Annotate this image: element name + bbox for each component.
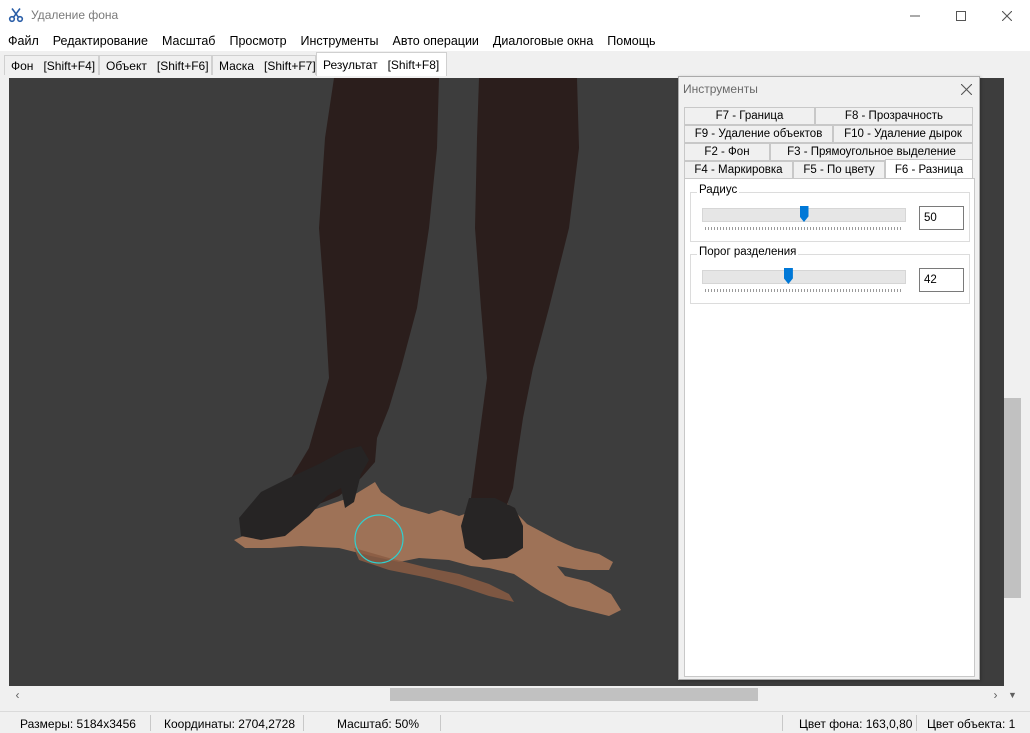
radius-input[interactable]: 50 xyxy=(919,206,964,230)
scroll-down-icon[interactable]: ▼ xyxy=(1004,686,1021,703)
threshold-slider-ticks xyxy=(705,289,903,292)
minimize-icon xyxy=(910,15,920,16)
threshold-slider-track[interactable] xyxy=(702,270,906,284)
horizontal-scroll-thumb[interactable] xyxy=(390,688,758,701)
scroll-left-icon[interactable]: ‹ xyxy=(9,686,26,703)
tab-label: Результат xyxy=(323,57,378,72)
tool-settings-pane: Радиус 50 Порог разделения 42 xyxy=(684,178,975,677)
tool-tab-label: F10 - Удаление дырок xyxy=(844,128,962,140)
menu-bar: Файл Редактирование Масштаб Просмотр Инс… xyxy=(0,31,1030,51)
menu-auto-operations[interactable]: Авто операции xyxy=(386,31,486,51)
tool-tab-transparency[interactable]: F8 - Прозрачность xyxy=(815,107,973,125)
menu-edit[interactable]: Редактирование xyxy=(46,31,155,51)
tool-tab-border[interactable]: F7 - Граница xyxy=(684,107,815,125)
menu-file[interactable]: Файл xyxy=(1,31,46,51)
close-icon xyxy=(1002,10,1012,21)
status-divider xyxy=(782,715,783,731)
title-bar: Удаление фона xyxy=(0,0,1030,31)
tools-panel-title: Инструменты xyxy=(683,82,758,96)
tab-shortcut: [Shift+F8] xyxy=(387,57,440,72)
tool-tab-background[interactable]: F2 - Фон xyxy=(684,143,770,161)
right-leg xyxy=(471,78,579,518)
menu-dialogs[interactable]: Диалоговые окна xyxy=(486,31,600,51)
radius-group: Радиус 50 xyxy=(690,184,970,242)
menu-tools[interactable]: Инструменты xyxy=(294,31,386,51)
tool-tab-label: F5 - По цвету xyxy=(803,164,875,176)
status-divider xyxy=(303,715,304,731)
menu-help[interactable]: Помощь xyxy=(600,31,662,51)
maximize-button[interactable] xyxy=(938,0,984,31)
tab-background[interactable]: Фон [Shift+F4] xyxy=(4,55,99,75)
status-background-color: Цвет фона: 163,0,80 xyxy=(799,717,913,731)
status-zoom: Масштаб: 50% xyxy=(337,717,420,731)
status-image-size: Размеры: 5184x3456 xyxy=(20,717,136,731)
window-title: Удаление фона xyxy=(31,8,119,22)
radius-label: Радиус xyxy=(697,184,740,196)
tools-close-button[interactable] xyxy=(955,79,977,99)
tool-tab-marking[interactable]: F4 - Маркировка xyxy=(684,161,793,179)
tool-tab-label: F2 - Фон xyxy=(704,146,750,158)
tab-result[interactable]: Результат [Shift+F8] xyxy=(316,52,447,76)
tab-shortcut: [Shift+F4] xyxy=(43,58,96,73)
tool-tab-label: F3 - Прямоугольное выделение xyxy=(787,146,956,158)
tool-tab-label: F8 - Прозрачность xyxy=(844,110,944,122)
status-divider xyxy=(150,715,151,731)
status-coordinates: Координаты: 2704,2728 xyxy=(164,717,295,731)
right-shoe xyxy=(461,498,523,560)
tool-tab-difference[interactable]: F6 - Разница xyxy=(885,159,973,179)
tab-shortcut: [Shift+F7] xyxy=(264,58,316,73)
tools-panel: Инструменты F7 - Граница F8 - Прозрачнос… xyxy=(678,76,980,680)
maximize-icon xyxy=(956,10,966,21)
scissors-icon xyxy=(8,8,24,23)
tool-tab-label: F4 - Маркировка xyxy=(694,164,783,176)
tool-tab-by-color[interactable]: F5 - По цвету xyxy=(793,161,885,179)
status-bar: Размеры: 5184x3456 Координаты: 2704,2728… xyxy=(0,711,1030,733)
view-tabs: Фон [Shift+F4] Объект [Shift+F6] Маска [… xyxy=(0,51,1030,76)
threshold-group: Порог разделения 42 xyxy=(690,246,970,304)
minimize-button[interactable] xyxy=(892,0,938,31)
tool-tab-label: F9 - Удаление объектов xyxy=(694,128,823,140)
threshold-label: Порог разделения xyxy=(697,246,799,258)
status-object-color: Цвет объекта: 1 xyxy=(927,717,1016,731)
tab-object[interactable]: Объект [Shift+F6] xyxy=(99,55,212,75)
menu-zoom[interactable]: Масштаб xyxy=(155,31,222,51)
tool-tab-label: F6 - Разница xyxy=(894,163,964,176)
tab-label: Маска xyxy=(219,58,254,73)
menu-view[interactable]: Просмотр xyxy=(222,31,293,51)
tab-shortcut: [Shift+F6] xyxy=(156,58,209,73)
close-icon xyxy=(960,83,972,95)
tab-mask[interactable]: Маска [Shift+F7] xyxy=(212,55,316,75)
tool-tab-remove-objects[interactable]: F9 - Удаление объектов xyxy=(684,125,833,143)
tab-label: Фон xyxy=(11,58,34,73)
status-divider xyxy=(916,715,917,731)
scroll-right-icon[interactable]: › xyxy=(987,686,1004,703)
close-window-button[interactable] xyxy=(984,0,1030,31)
tab-label: Объект xyxy=(106,58,147,73)
status-divider xyxy=(440,715,441,731)
tool-tab-remove-holes[interactable]: F10 - Удаление дырок xyxy=(833,125,973,143)
threshold-input[interactable]: 42 xyxy=(919,268,964,292)
tool-tab-label: F7 - Граница xyxy=(715,110,784,122)
radius-slider-ticks xyxy=(705,227,903,230)
vertical-scroll-thumb[interactable] xyxy=(1004,398,1021,598)
